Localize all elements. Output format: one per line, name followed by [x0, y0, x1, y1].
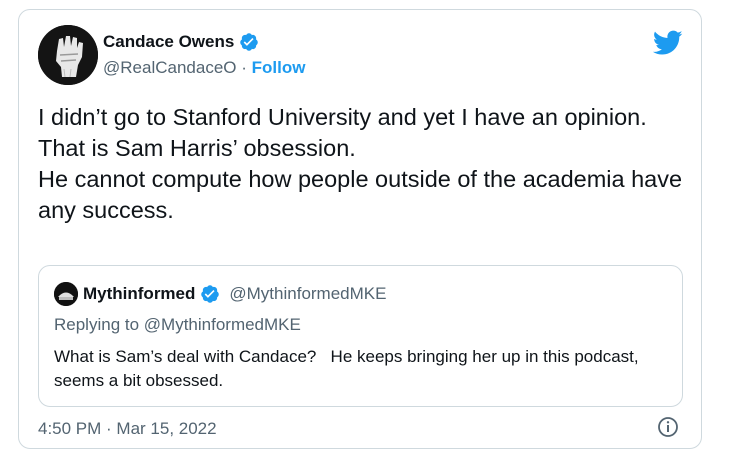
author-avatar[interactable] [38, 25, 98, 85]
quoted-avatar[interactable] [54, 282, 78, 306]
author-handle[interactable]: @RealCandaceO [103, 58, 237, 77]
quoted-verified-badge-icon [200, 284, 220, 304]
verified-badge-icon [239, 32, 259, 52]
author-name[interactable]: Candace Owens [103, 32, 234, 52]
quoted-author-name[interactable]: Mythinformed [83, 284, 195, 304]
quoted-author-handle[interactable]: @MythinformedMKE [229, 284, 386, 304]
replying-to-label[interactable]: Replying to @MythinformedMKE [54, 315, 301, 335]
raised-fist-image [38, 25, 98, 85]
twitter-bird-icon[interactable] [652, 30, 683, 61]
embedded-tweet-card[interactable]: Candace Owens @RealCandaceO · Follow I d… [18, 9, 702, 449]
quoted-tweet-text: What is Sam’s deal with Candace? He keep… [54, 347, 644, 390]
info-icon[interactable] [657, 416, 679, 443]
tweet-timestamp[interactable]: 4:50 PM · Mar 15, 2022 [38, 419, 217, 439]
follow-button[interactable]: Follow [252, 58, 306, 77]
quoted-author-row[interactable]: Mythinformed @MythinformedMKE [54, 282, 386, 306]
separator-dot: · [241, 58, 247, 77]
author-name-row[interactable]: Candace Owens [103, 32, 259, 52]
quoted-tweet[interactable]: Mythinformed @MythinformedMKE Replying t… [38, 265, 683, 407]
tweet-text: I didn’t go to Stanford University and y… [38, 104, 683, 223]
author-handle-row: @RealCandaceO · Follow [103, 58, 305, 78]
